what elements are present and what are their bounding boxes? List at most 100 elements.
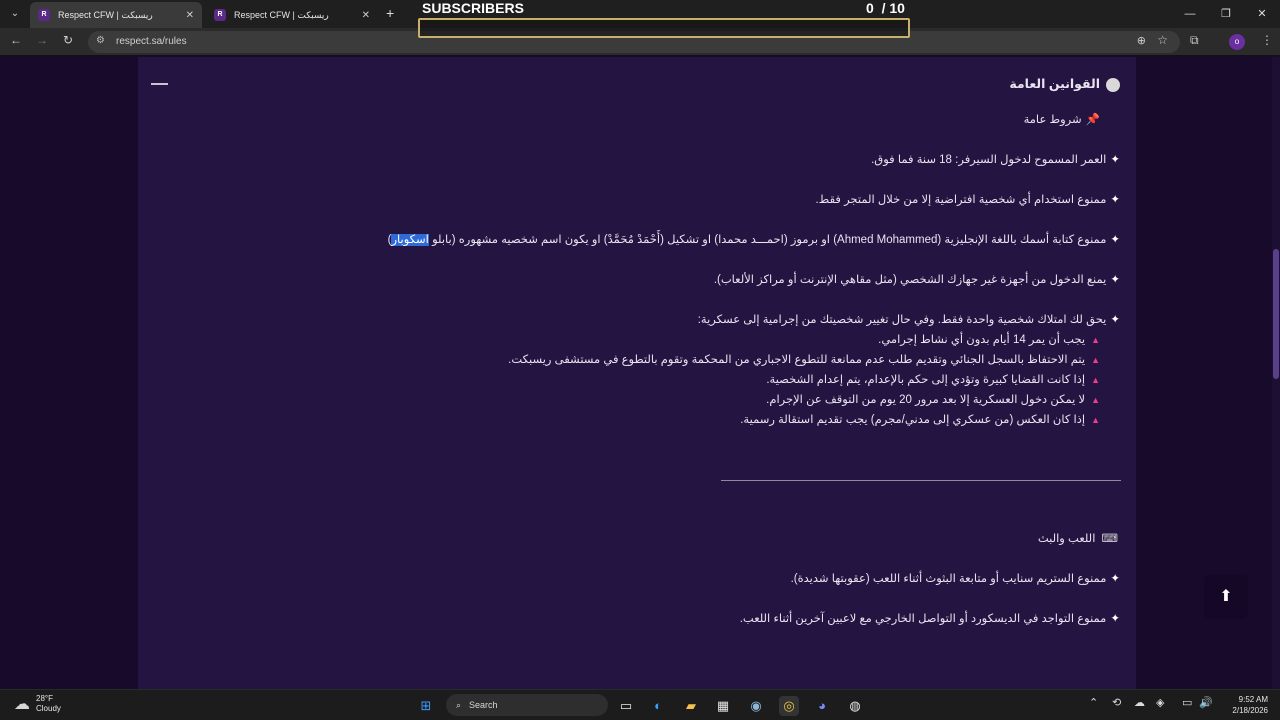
- task-view-icon[interactable]: ▭: [616, 696, 636, 716]
- star-bullet-icon: ✦: [1110, 274, 1120, 286]
- star-bullet-icon: ✦: [1110, 154, 1120, 166]
- search-label: Search: [469, 700, 498, 710]
- star-bullet-icon: ✦: [1110, 613, 1120, 625]
- sub-rule-item: ▲ لا يمكن دخول العسكرية إلا بعد مرور 20 ي…: [766, 392, 1100, 406]
- page-scrollbar[interactable]: [1272, 57, 1280, 689]
- browser-menu-icon[interactable]: ⋮: [1261, 33, 1273, 47]
- sub-rule-item: ▲ إذا كان العكس (من عسكري إلى مدني/مجرم) …: [740, 412, 1100, 426]
- general-heading: شروط عامة: [1023, 114, 1082, 126]
- tray-overflow-icon[interactable]: ⌃: [1089, 696, 1098, 709]
- new-tab-button[interactable]: +: [386, 5, 394, 21]
- tab-search-chevron-icon[interactable]: ⌄: [6, 5, 24, 23]
- tab-respect-2[interactable]: R Respect CFW | ريسبكت ✕: [206, 2, 378, 28]
- subscriber-goal-title: SUBSCRIBERS: [422, 0, 524, 16]
- profile-avatar[interactable]: o: [1229, 34, 1245, 50]
- volume-icon[interactable]: 🔊: [1199, 696, 1213, 709]
- respect-favicon-icon: R: [38, 9, 50, 21]
- site-info-icon[interactable]: ⚙: [96, 35, 105, 46]
- rule-item: ✦يمنع الدخول من أجهزة غير جهازك الشخصي (…: [714, 272, 1120, 286]
- rule-text: ممنوع الستريم سنايب أو متابعة البثوث أثن…: [790, 573, 1107, 585]
- window-controls: — ❐ ✕: [1172, 0, 1280, 28]
- section-title-row[interactable]: القوانين العامة: [1009, 76, 1120, 92]
- subscriber-current: 0: [866, 0, 874, 16]
- triangle-bullet-icon: ▲: [1091, 395, 1100, 405]
- sub-rule-text: إذا كانت القضايا كبيرة وتؤدي إلى حكم بال…: [766, 374, 1086, 386]
- rule-item: ✦العمر المسموح لدخول السيرفر: 18 سنة فما…: [871, 152, 1120, 166]
- weather-desc: Cloudy: [36, 704, 61, 713]
- star-bullet-icon: ✦: [1110, 234, 1120, 246]
- sub-rule-text: إذا كان العكس (من عسكري إلى مدني/مجرم) ي…: [740, 414, 1086, 426]
- clock-date: 2/18/2026: [1232, 706, 1268, 715]
- collapse-toggle[interactable]: [151, 83, 168, 85]
- minimize-icon[interactable]: —: [1172, 0, 1208, 28]
- network-cloud-icon[interactable]: ☁: [1134, 696, 1145, 709]
- rule-item: ✦ممنوع التواجد في الديسكورد أو التواصل ا…: [740, 611, 1120, 625]
- rule-text: ممنوع التواجد في الديسكورد أو التواصل ال…: [739, 613, 1107, 625]
- clock-time: 9:52 AM: [1238, 695, 1268, 704]
- sync-icon[interactable]: ⟲: [1112, 696, 1121, 709]
- pin-icon: 📌: [1085, 114, 1100, 126]
- rule-text: يمنع الدخول من أجهزة غير جهازك الشخصي (م…: [713, 274, 1107, 286]
- section-dot-icon: [1106, 77, 1120, 92]
- gaming-heading: اللعب والبث: [1037, 533, 1096, 545]
- monitor-icon[interactable]: ▭: [1182, 696, 1192, 709]
- triangle-bullet-icon: ▲: [1091, 375, 1100, 385]
- sub-rule-item: ▲ يتم الاحتفاظ بالسجل الجنائي وتقديم طلب …: [508, 352, 1100, 366]
- sub-rule-text: لا يمكن دخول العسكرية إلا بعد مرور 20 يو…: [766, 394, 1086, 406]
- gaming-heading-row: ⌨ اللعب والبث: [1038, 531, 1118, 545]
- taskbar-clock[interactable]: 9:52 AM 2/18/2026: [1220, 694, 1268, 716]
- sub-rule-item: ▲ يجب أن يمر 14 أيام بدون أي نشاط إجرامي.: [878, 332, 1100, 346]
- scrollbar-thumb[interactable]: [1273, 249, 1279, 379]
- close-window-icon[interactable]: ✕: [1244, 0, 1280, 28]
- respect-favicon-icon: R: [214, 9, 226, 21]
- sub-rule-text: يجب أن يمر 14 أيام بدون أي نشاط إجرامي.: [878, 334, 1086, 346]
- sub-rule-text: يتم الاحتفاظ بالسجل الجنائي وتقديم طلب ع…: [508, 354, 1086, 366]
- rule-text: العمر المسموح لدخول السيرفر: 18 سنة فما …: [871, 154, 1107, 166]
- star-bullet-icon: ✦: [1110, 314, 1120, 326]
- rule-item: ✦ممنوع الستريم سنايب أو متابعة البثوث أث…: [791, 571, 1120, 585]
- close-tab-icon[interactable]: ✕: [186, 10, 194, 21]
- rule-item: ✦يحق لك امتلاك شخصية واحدة فقط. وفي حال …: [698, 312, 1120, 326]
- security-icon[interactable]: ◈: [1156, 696, 1164, 709]
- screen: ⌄ R Respect CFW | ريسبكت ✕ R Respect CFW…: [0, 0, 1280, 720]
- rule-text: يحق لك امتلاك شخصية واحدة فقط. وفي حال ت…: [697, 314, 1107, 326]
- obs-icon[interactable]: ◍: [845, 696, 865, 716]
- taskbar-search[interactable]: ⌕ Search: [446, 694, 608, 716]
- section-divider: [721, 480, 1121, 481]
- url-text[interactable]: respect.sa/rules: [116, 36, 187, 47]
- scroll-to-top-button[interactable]: ⬆: [1204, 575, 1248, 619]
- rule-item: ✦ممنوع استخدام أي شخصية افتراضية إلا من …: [815, 192, 1120, 206]
- bookmark-star-icon[interactable]: ☆: [1157, 33, 1168, 47]
- close-tab-icon[interactable]: ✕: [362, 10, 370, 21]
- windows-taskbar: ☁ 28°F Cloudy ⊞ ⌕ Search ▭ ◐ ▰ ▦ ◉ ◎ ◕ ◍ …: [0, 689, 1280, 720]
- tab-respect-active[interactable]: R Respect CFW | ريسبكت ✕: [30, 2, 202, 28]
- maximize-icon[interactable]: ❐: [1208, 0, 1244, 28]
- triangle-bullet-icon: ▲: [1091, 415, 1100, 425]
- weather-temp: 28°F: [36, 694, 53, 703]
- reload-icon[interactable]: ↻: [63, 33, 73, 47]
- subscriber-goal: / 10: [881, 0, 905, 16]
- zoom-icon[interactable]: ⊕: [1137, 34, 1146, 47]
- edge-browser-icon[interactable]: ◐: [648, 696, 668, 716]
- forward-icon[interactable]: →: [36, 33, 48, 47]
- extensions-icon[interactable]: ⧉: [1190, 33, 1199, 48]
- microsoft-store-icon[interactable]: ▦: [713, 696, 733, 716]
- subscriber-progress-bar: [418, 18, 910, 38]
- windows-start-icon[interactable]: ⊞: [416, 696, 436, 716]
- steam-icon[interactable]: ◉: [746, 696, 766, 716]
- triangle-bullet-icon: ▲: [1091, 355, 1100, 365]
- selected-text-highlight: اسكوبار: [391, 234, 429, 246]
- back-icon[interactable]: ←: [10, 33, 22, 47]
- file-explorer-icon[interactable]: ▰: [681, 696, 701, 716]
- general-heading-row: 📌شروط عامة: [1024, 112, 1100, 126]
- section-title: القوانين العامة: [1009, 77, 1100, 91]
- cloud-weather-icon: ☁: [14, 696, 30, 713]
- weather-widget[interactable]: ☁ 28°F Cloudy: [14, 694, 61, 714]
- chrome-icon[interactable]: ◎: [779, 696, 799, 716]
- discord-icon[interactable]: ◕: [812, 696, 832, 716]
- gamepad-icon: ⌨: [1101, 533, 1118, 545]
- rule-item: ✦ممنوع كتابة أسمك باللغة الإنجليزية (Ahm…: [388, 232, 1120, 246]
- tab-title: Respect CFW | ريسبكت: [58, 9, 153, 20]
- tab-title: Respect CFW | ريسبكت: [234, 9, 329, 20]
- rules-page: القوانين العامة 📌شروط عامة ✦العمر المسمو…: [0, 57, 1280, 689]
